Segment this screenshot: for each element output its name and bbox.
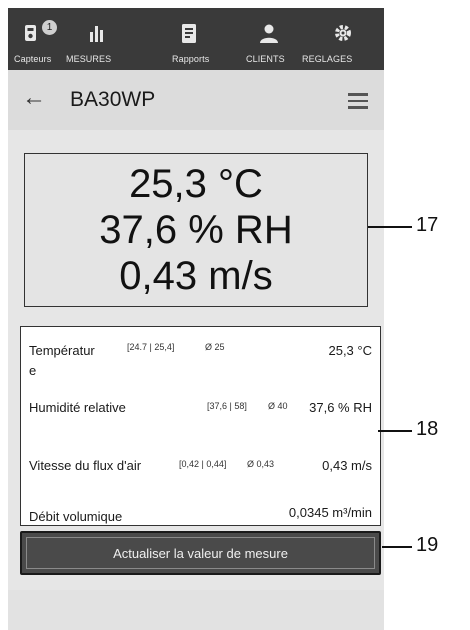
hamburger-menu-icon[interactable]	[348, 93, 368, 109]
temperature-reading: 25,3 °C	[129, 162, 263, 206]
callout-line-17	[368, 226, 412, 228]
tab-label: Capteurs	[14, 54, 52, 64]
notification-badge: 1	[42, 20, 57, 35]
person-icon	[256, 22, 282, 46]
callout-number-17: 17	[416, 214, 439, 236]
bar-chart-icon	[84, 22, 110, 46]
row-label: Vitesse du flux d'air	[29, 458, 142, 473]
tab-clients[interactable]: CLIENTS	[238, 8, 298, 70]
callout-number-18: 18	[416, 418, 439, 440]
airflow-reading: 0,43 m/s	[119, 254, 273, 298]
callout-line-18	[378, 430, 412, 432]
button-label: Actualiser la valeur de mesure	[113, 546, 288, 561]
refresh-measurement-button[interactable]: Actualiser la valeur de mesure	[20, 531, 381, 575]
row-value: 37,6 % RH	[309, 400, 372, 415]
app-screen: 1 Capteurs MESURES Rapports CLIENTS REGL…	[8, 8, 384, 630]
row-range: [37,6 | 58]	[207, 401, 247, 411]
page-header: ← BA30WP	[8, 70, 384, 130]
row-average: Ø 40	[268, 401, 288, 411]
tab-label: MESURES	[66, 54, 112, 64]
measurement-table: Températur e [24.7 | 25,4] Ø 25 25,3 °C …	[20, 326, 381, 526]
row-range: [0,42 | 0,44]	[179, 459, 227, 469]
sensor-icon: 1	[22, 20, 57, 46]
row-range: [24.7 | 25,4]	[127, 342, 175, 352]
humidity-reading: 37,6 % RH	[99, 208, 293, 252]
row-value: 0,0345 m³/min	[288, 505, 372, 520]
tab-rapports[interactable]: Rapports	[158, 8, 218, 70]
page-title: BA30WP	[70, 88, 156, 111]
tab-reglages[interactable]: REGLAGES	[298, 8, 368, 70]
callout-number-19: 19	[416, 534, 439, 556]
gear-icon	[330, 22, 356, 46]
tab-label: CLIENTS	[246, 54, 285, 64]
tab-mesures[interactable]: MESURES	[64, 8, 134, 70]
top-tab-bar: 1 Capteurs MESURES Rapports CLIENTS REGL…	[8, 8, 384, 70]
row-label: Débit volumique	[29, 509, 123, 524]
arrow-left-icon[interactable]: ←	[22, 86, 46, 110]
tab-label: Rapports	[172, 54, 210, 64]
row-value: 25,3 °C	[328, 343, 372, 358]
callout-line-19	[382, 546, 412, 548]
main-reading-display: 25,3 °C 37,6 % RH 0,43 m/s	[24, 153, 368, 307]
row-label: Températur	[29, 343, 95, 358]
row-label: e	[29, 363, 37, 378]
report-icon	[176, 22, 202, 46]
tab-label: REGLAGES	[302, 54, 353, 64]
row-average: Ø 0,43	[247, 459, 275, 469]
tab-capteurs[interactable]: 1 Capteurs	[8, 8, 64, 70]
row-label: Humidité relative	[29, 400, 126, 415]
footer-area	[8, 590, 384, 630]
row-average: Ø 25	[205, 342, 225, 352]
row-value: 0,43 m/s	[322, 458, 372, 473]
